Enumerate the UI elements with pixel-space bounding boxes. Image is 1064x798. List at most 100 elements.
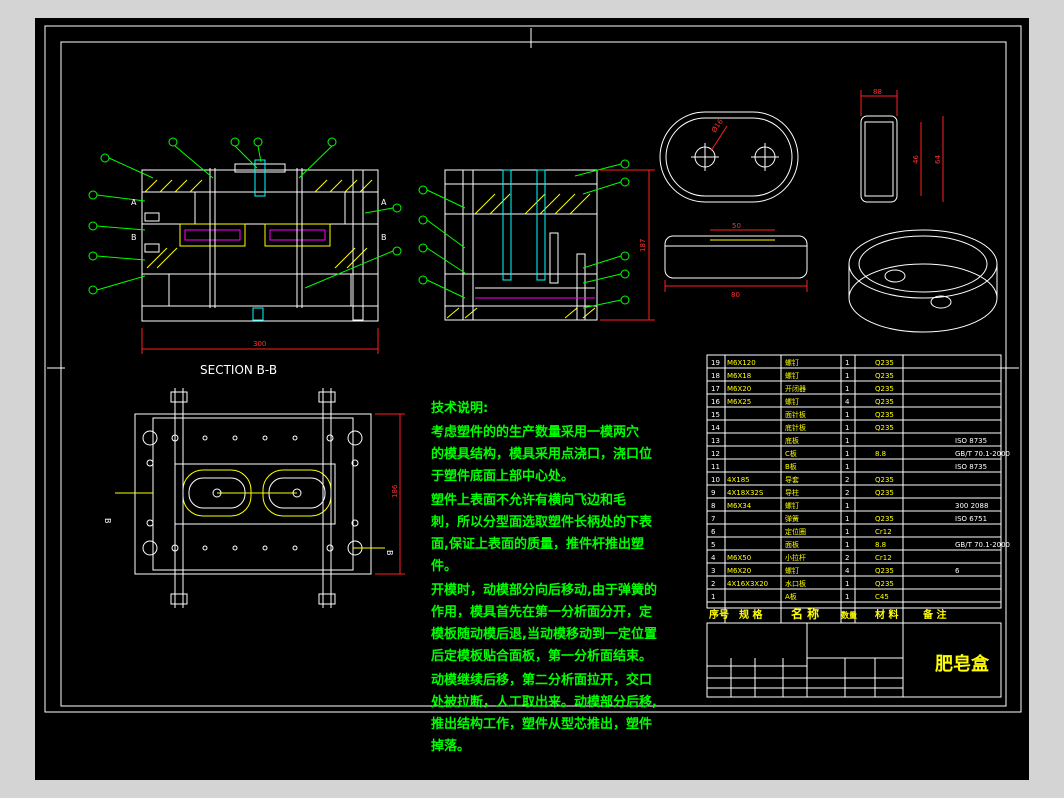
bom-note: GB/T 70.1-2000: [955, 450, 1010, 458]
bom-std: 4X18X32S: [727, 489, 764, 497]
bom-no: 14: [711, 424, 720, 432]
bom-no: 5: [711, 541, 715, 549]
bom-std: M6X25: [727, 398, 751, 406]
part-top-view: Ø16: [659, 111, 799, 203]
bom-qty: 1: [845, 580, 849, 588]
bom-name: 底针板: [785, 423, 806, 432]
bom-mat: Q235: [875, 385, 894, 393]
notes-line: 动模继续后移，第二分析面拉开，交口: [431, 672, 652, 688]
bom-note: 300 2088: [955, 502, 988, 510]
bom-qty: 1: [845, 372, 849, 380]
bom-note: GB/T 70.1-2000: [955, 541, 1010, 549]
bom-qty: 4: [845, 398, 850, 406]
bom-mat: Q235: [875, 580, 894, 588]
bom-name: 底板: [785, 436, 799, 445]
bom-no: 9: [711, 489, 715, 497]
bom-header-qty: 数量: [841, 610, 857, 620]
notes-line: 作用，模具首先在第一分析面分开，定: [431, 604, 652, 620]
bom-qty: 2: [845, 489, 849, 497]
bom-no: 2: [711, 580, 715, 588]
bom-qty: 1: [845, 450, 849, 458]
label-b-plan-left: B: [103, 518, 112, 524]
bom-qty: 1: [845, 528, 849, 536]
side-section-view: 187: [418, 159, 655, 321]
drawing-canvas: A B A B 300 SECTION B-B 187 Ø16 80 50 88…: [35, 18, 1029, 780]
bom-qty: 1: [845, 424, 849, 432]
bom-name: 开闭器: [785, 385, 806, 393]
bom-mat: Q235: [875, 398, 894, 406]
bom-note: ISO 8735: [955, 437, 987, 445]
title-block-name: 肥皂盒: [934, 653, 990, 675]
bom-name: A板: [785, 592, 797, 601]
label-b-right: B: [381, 233, 387, 242]
bom-qty: 1: [845, 515, 849, 523]
cad-drawing: A B A B 300 SECTION B-B 187 Ø16 80 50 88…: [44, 25, 1022, 754]
dim-height-187: 187: [639, 239, 647, 252]
notes-line: 面,保证上表面的质量，推件杆推出塑: [431, 536, 644, 552]
label-a-left: A: [131, 198, 137, 207]
bom-qty: 1: [845, 463, 849, 471]
bom-name: C板: [785, 449, 797, 458]
bom-std: M6X20: [727, 567, 751, 575]
bom-header-std: 规 格: [739, 608, 763, 621]
bom-name: 螺钉: [785, 501, 799, 510]
bom-std: M6X120: [727, 359, 756, 367]
bom-no: 16: [711, 398, 720, 406]
bom-name: 螺钉: [785, 397, 799, 406]
bom-qty: 4: [845, 567, 850, 575]
bom-note: ISO 6751: [955, 515, 987, 523]
dim-width-50: 50: [732, 222, 741, 230]
part-iso-view: [848, 229, 998, 333]
front-section-view: A B A B 300: [88, 137, 402, 354]
bom-name: 导柱: [785, 488, 799, 497]
bom-header-mat: 材 料: [875, 608, 898, 621]
bom-no: 8: [711, 502, 715, 510]
bom-no: 1: [711, 593, 715, 601]
notes-line: 于塑件底面上部中心处。: [431, 468, 574, 484]
bom-mat: Q235: [875, 489, 894, 497]
bom-header-note: 备 注: [922, 608, 946, 621]
bom-note: ISO 8735: [955, 463, 987, 471]
dim-width-300: 300: [253, 340, 266, 348]
notes-line: 考虑塑件的的生产数量采用一模两穴: [431, 424, 639, 440]
dim-plan-186: 186: [391, 484, 399, 498]
label-b-left: B: [131, 233, 137, 242]
bom-name: 小拉杆: [785, 553, 806, 562]
bom-no: 13: [711, 437, 720, 445]
bom-std: M6X20: [727, 385, 751, 393]
bom-no: 19: [711, 359, 720, 367]
bom-header-no: 序号: [709, 608, 729, 621]
notes-line: 后定模板贴合面板，第一分析面结束。: [431, 648, 652, 664]
section-label: SECTION B-B: [200, 363, 277, 377]
bom-std: M6X18: [727, 372, 751, 380]
notes-line: 塑件上表面不允许有横向飞边和毛: [431, 492, 626, 508]
bom-mat: Q235: [875, 359, 894, 367]
notes-line: 处被拉断，人工取出来。动模部分后移,: [430, 694, 657, 710]
bom-note: 6: [955, 567, 960, 575]
bom-name: 螺钉: [785, 358, 799, 367]
bom-no: 10: [711, 476, 720, 484]
notes-line: 模板随动模后退,当动模移动到一定位置: [431, 626, 657, 642]
tech-notes: 技术说明: 考虑塑件的的生产数量采用一模两穴 的模具结构，模具采用点浇口，浇口位…: [430, 400, 657, 754]
bom-qty: 1: [845, 541, 849, 549]
bom-name: 面针板: [785, 410, 806, 419]
bom-mat: Q235: [875, 424, 894, 432]
label-a-right: A: [381, 198, 387, 207]
bom-no: 12: [711, 450, 720, 458]
bom-mat: Q235: [875, 567, 894, 575]
dim-h-64: 64: [934, 155, 942, 164]
dim-width-80: 80: [731, 291, 740, 299]
bom-no: 17: [711, 385, 720, 393]
notes-line: 开模时，动模部分向后移动,由于弹簧的: [431, 582, 657, 598]
bom-mat: Cr12: [875, 554, 892, 562]
bom-table: 19 M6X120 螺钉 1 Q235 18 M6X18 螺钉 1 Q235 1…: [706, 354, 1010, 698]
bom-no: 3: [711, 567, 715, 575]
bom-qty: 1: [845, 502, 849, 510]
bom-no: 4: [711, 554, 716, 562]
bom-no: 7: [711, 515, 715, 523]
bom-name: 定位圈: [785, 527, 806, 536]
bom-name: B板: [785, 462, 797, 471]
bom-no: 11: [711, 463, 720, 471]
bom-mat: Q235: [875, 515, 894, 523]
bom-qty: 1: [845, 411, 849, 419]
